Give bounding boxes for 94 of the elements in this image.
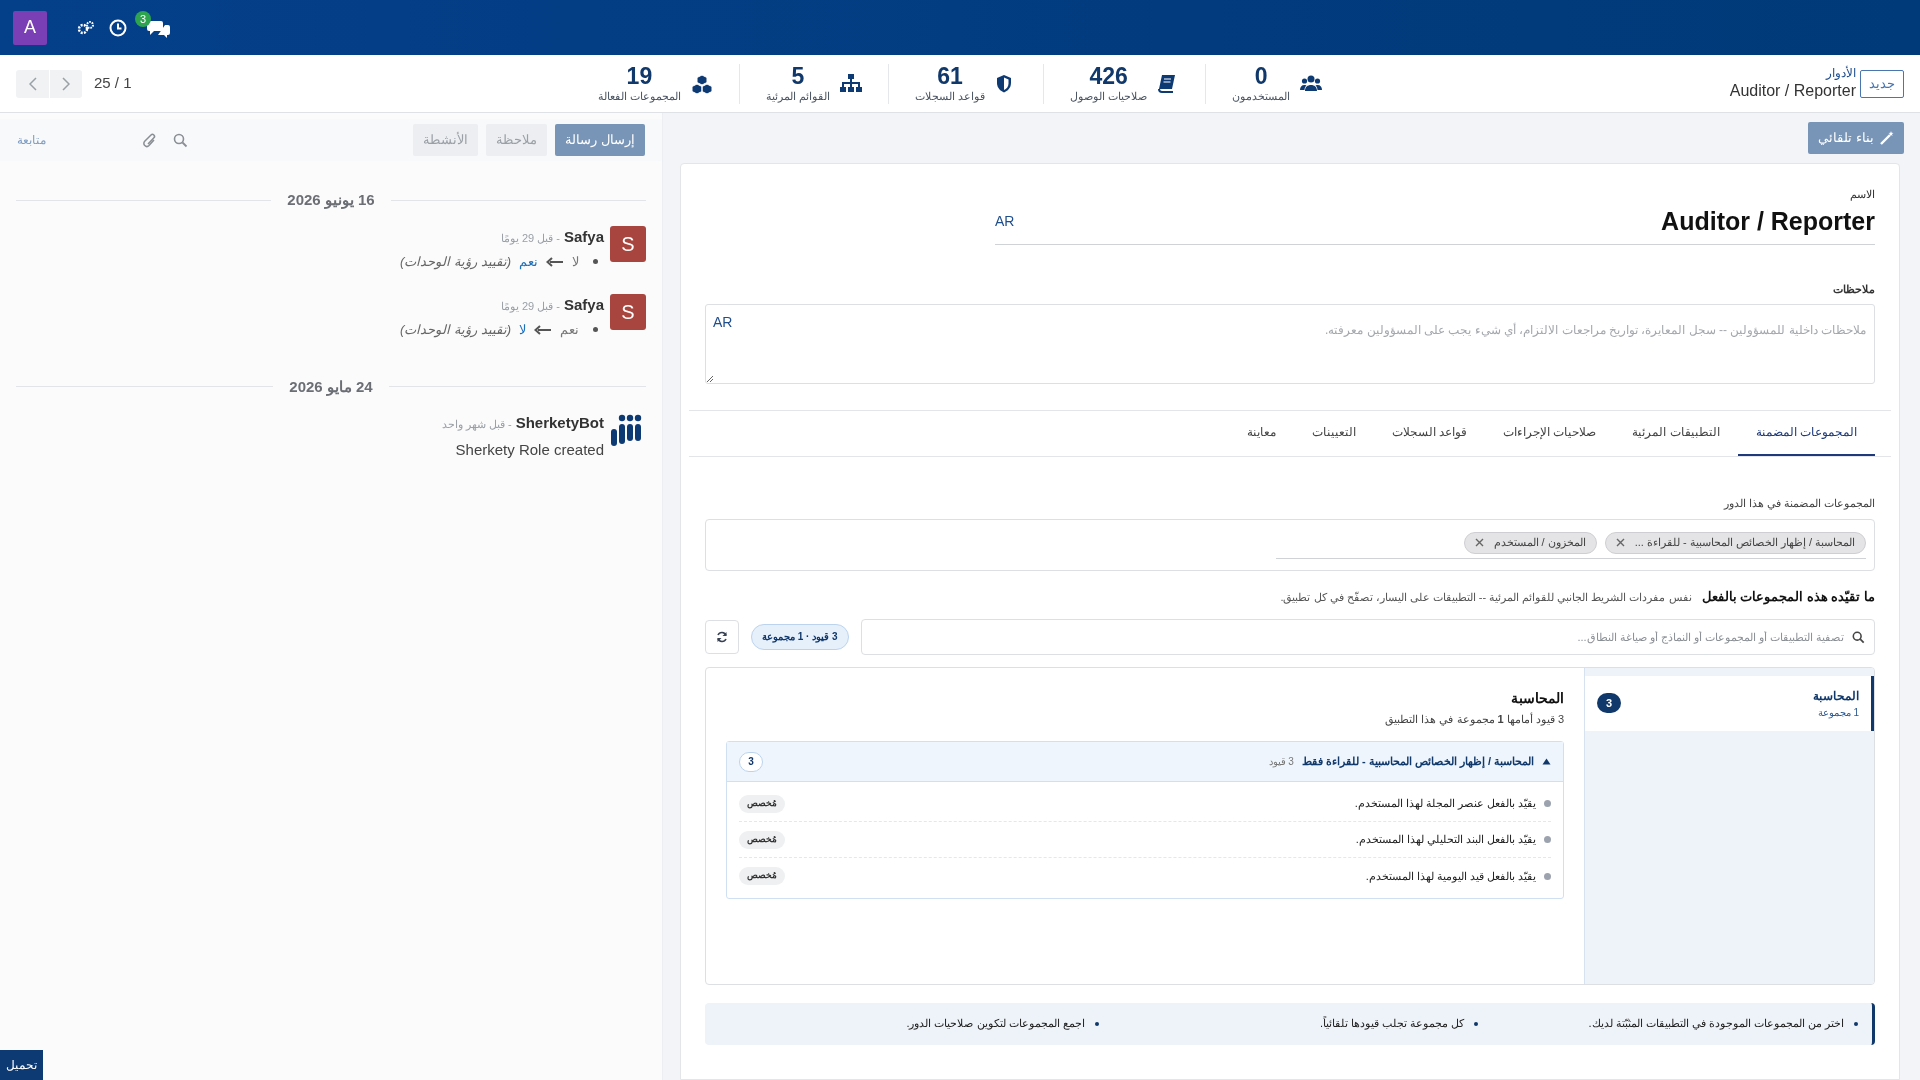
date-separator: 16 يونيو 2026 xyxy=(287,190,375,211)
arrow-icon xyxy=(534,324,552,335)
stat-value: 5 xyxy=(791,65,805,88)
stat-label: المجموعات الفعالة xyxy=(597,91,681,102)
tip-text: اختر من المجموعات الموجودة في التطبيقات المثبّتة لديك. xyxy=(1588,1016,1844,1032)
language-button[interactable]: AR xyxy=(713,311,733,333)
author-name: SherketyBot xyxy=(515,413,604,433)
paperclip-icon[interactable] xyxy=(142,131,157,149)
message-time: - قبل 29 يومًا xyxy=(500,230,560,246)
tag-label: المخزون / المستخدم xyxy=(1493,535,1586,551)
rule-text: يقيّد بالفعل البند التحليلي لهذا المستخدم. xyxy=(1355,832,1536,848)
app-title: المحاسبة xyxy=(1510,688,1564,708)
author-avatar: S xyxy=(610,293,646,330)
field-name: (تقييد رؤية الوحدات) xyxy=(400,321,511,340)
section-title: ما تقيّده هذه المجموعات بالفعل xyxy=(1701,588,1875,607)
stat-value: 426 xyxy=(1089,65,1128,88)
name-field[interactable]: Auditor / Reporter xyxy=(1661,202,1875,240)
tab[interactable]: صلاحيات الإجراءات xyxy=(1484,410,1615,456)
refresh-button[interactable] xyxy=(705,619,739,654)
bullet-icon xyxy=(1094,1021,1099,1026)
breadcrumb-link[interactable]: الأدوار xyxy=(1826,66,1856,81)
tip-text: كل مجموعة تجلب قيودها تلقائياً. xyxy=(1320,1015,1465,1032)
message-body: Sherkety Role created xyxy=(454,439,604,460)
arrow-icon xyxy=(546,256,564,267)
stat-value: 0 xyxy=(1254,65,1268,88)
clock-icon[interactable] xyxy=(109,18,127,37)
refresh-icon xyxy=(716,630,728,643)
pager-counter: 25 / 1 xyxy=(94,73,132,94)
new-value: لا xyxy=(519,321,526,339)
stat-label: القوائم المرئية xyxy=(765,91,830,102)
count-badge: 3 xyxy=(739,751,763,772)
bullet-icon xyxy=(593,327,598,333)
wand-icon xyxy=(1880,131,1894,145)
tab[interactable]: المجموعات المضمنة xyxy=(1737,410,1875,456)
breadcrumb-current: Auditor / Reporter xyxy=(1729,81,1856,101)
author-avatar: S xyxy=(610,225,646,262)
author-name: Safya xyxy=(563,226,604,247)
summary-badge: 3 قيود · 1 مجموعة xyxy=(751,623,849,650)
stat-label: قواعد السجلات xyxy=(915,91,986,102)
old-value: لا xyxy=(572,253,579,271)
rule-text: يقيّد بالفعل عنصر المجلة لهذا المستخدم. xyxy=(1354,796,1536,812)
stat-value: 19 xyxy=(626,65,653,88)
hierarchy-icon xyxy=(840,73,862,94)
section-hint: نفس مفردات الشريط الجانبي للقوائم المرئية -- التطبيقات على اليسار، تصفّح في كل تطبيق. xyxy=(1280,590,1692,606)
user-avatar[interactable]: A xyxy=(13,10,47,45)
bullet-icon xyxy=(1854,1021,1858,1026)
field-label: الاسم xyxy=(1849,187,1875,203)
group-count: 3 قيود xyxy=(1268,755,1294,769)
search-icon xyxy=(1852,630,1865,644)
cubes-icon xyxy=(690,73,713,94)
tag-label: المحاسبة / إظهار الخصائص المحاسبية - للقراءة ... xyxy=(1634,535,1855,551)
bullet-icon xyxy=(1544,836,1551,843)
chevron-left-icon xyxy=(28,76,37,91)
new-button[interactable]: جديد xyxy=(1860,69,1904,98)
stat-value: 61 xyxy=(937,65,963,88)
group-title: المحاسبة / إظهار الخصائص المحاسبية - للقراءة فقط xyxy=(1301,754,1534,770)
count-badge: 3 xyxy=(1597,693,1621,713)
settings-icon[interactable] xyxy=(77,19,95,36)
stat-label: المستخدمون xyxy=(1232,91,1291,102)
new-value: نعم xyxy=(519,253,538,272)
tab[interactable]: معاينة xyxy=(1228,410,1294,456)
app-group-count: 1 مجموعة xyxy=(1816,705,1859,720)
bullet-icon xyxy=(1544,800,1551,807)
users-icon xyxy=(1300,73,1323,94)
notification-badge: 3 xyxy=(135,10,152,27)
field-label: ملاحظات xyxy=(1832,282,1875,297)
rule-tag: مُخصص xyxy=(739,867,785,885)
download-button[interactable]: تحميل xyxy=(0,1050,43,1080)
field-name: (تقييد رؤية الوحدات) xyxy=(400,253,511,272)
tab[interactable]: التعيينات xyxy=(1293,410,1374,456)
search-icon[interactable] xyxy=(173,132,188,148)
bullet-icon xyxy=(1544,872,1551,880)
message-time: - قبل شهر واحد xyxy=(441,417,512,433)
close-icon[interactable] xyxy=(1474,538,1484,547)
old-value: نعم xyxy=(560,321,579,340)
tab[interactable]: قواعد السجلات xyxy=(1373,410,1485,456)
date-separator: 24 مايو 2026 xyxy=(289,376,373,398)
resize-handle-icon xyxy=(706,374,714,383)
author-name: Safya xyxy=(563,294,604,315)
tip-text: اجمع المجموعات لتكوين صلاحيات الدور. xyxy=(906,1016,1085,1032)
stat-label: صلاحيات الوصول xyxy=(1070,91,1148,102)
app-name: المحاسبة xyxy=(1813,687,1859,705)
close-icon[interactable] xyxy=(1615,538,1625,547)
language-button[interactable]: AR xyxy=(995,210,1015,232)
field-label: المجموعات المضمنة في هذا الدور xyxy=(1722,495,1875,511)
message-time: - قبل 29 يومًا xyxy=(500,298,560,314)
rule-text: يقيّد بالفعل قيد اليومية لهذا المستخدم. xyxy=(1365,868,1536,885)
tab[interactable]: التطبيقات المرئية xyxy=(1614,410,1738,456)
rule-tag: مُخصص xyxy=(739,830,785,849)
bullet-icon xyxy=(593,259,598,265)
bullet-icon xyxy=(1474,1021,1479,1026)
tags-field[interactable]: المحاسبة / إظهار الخصائص المحاسبية - للقراءة ... المخزون / المستخدم xyxy=(705,519,1875,571)
chevron-right-icon xyxy=(62,76,70,91)
rule-tag: مُخصص xyxy=(739,794,785,813)
